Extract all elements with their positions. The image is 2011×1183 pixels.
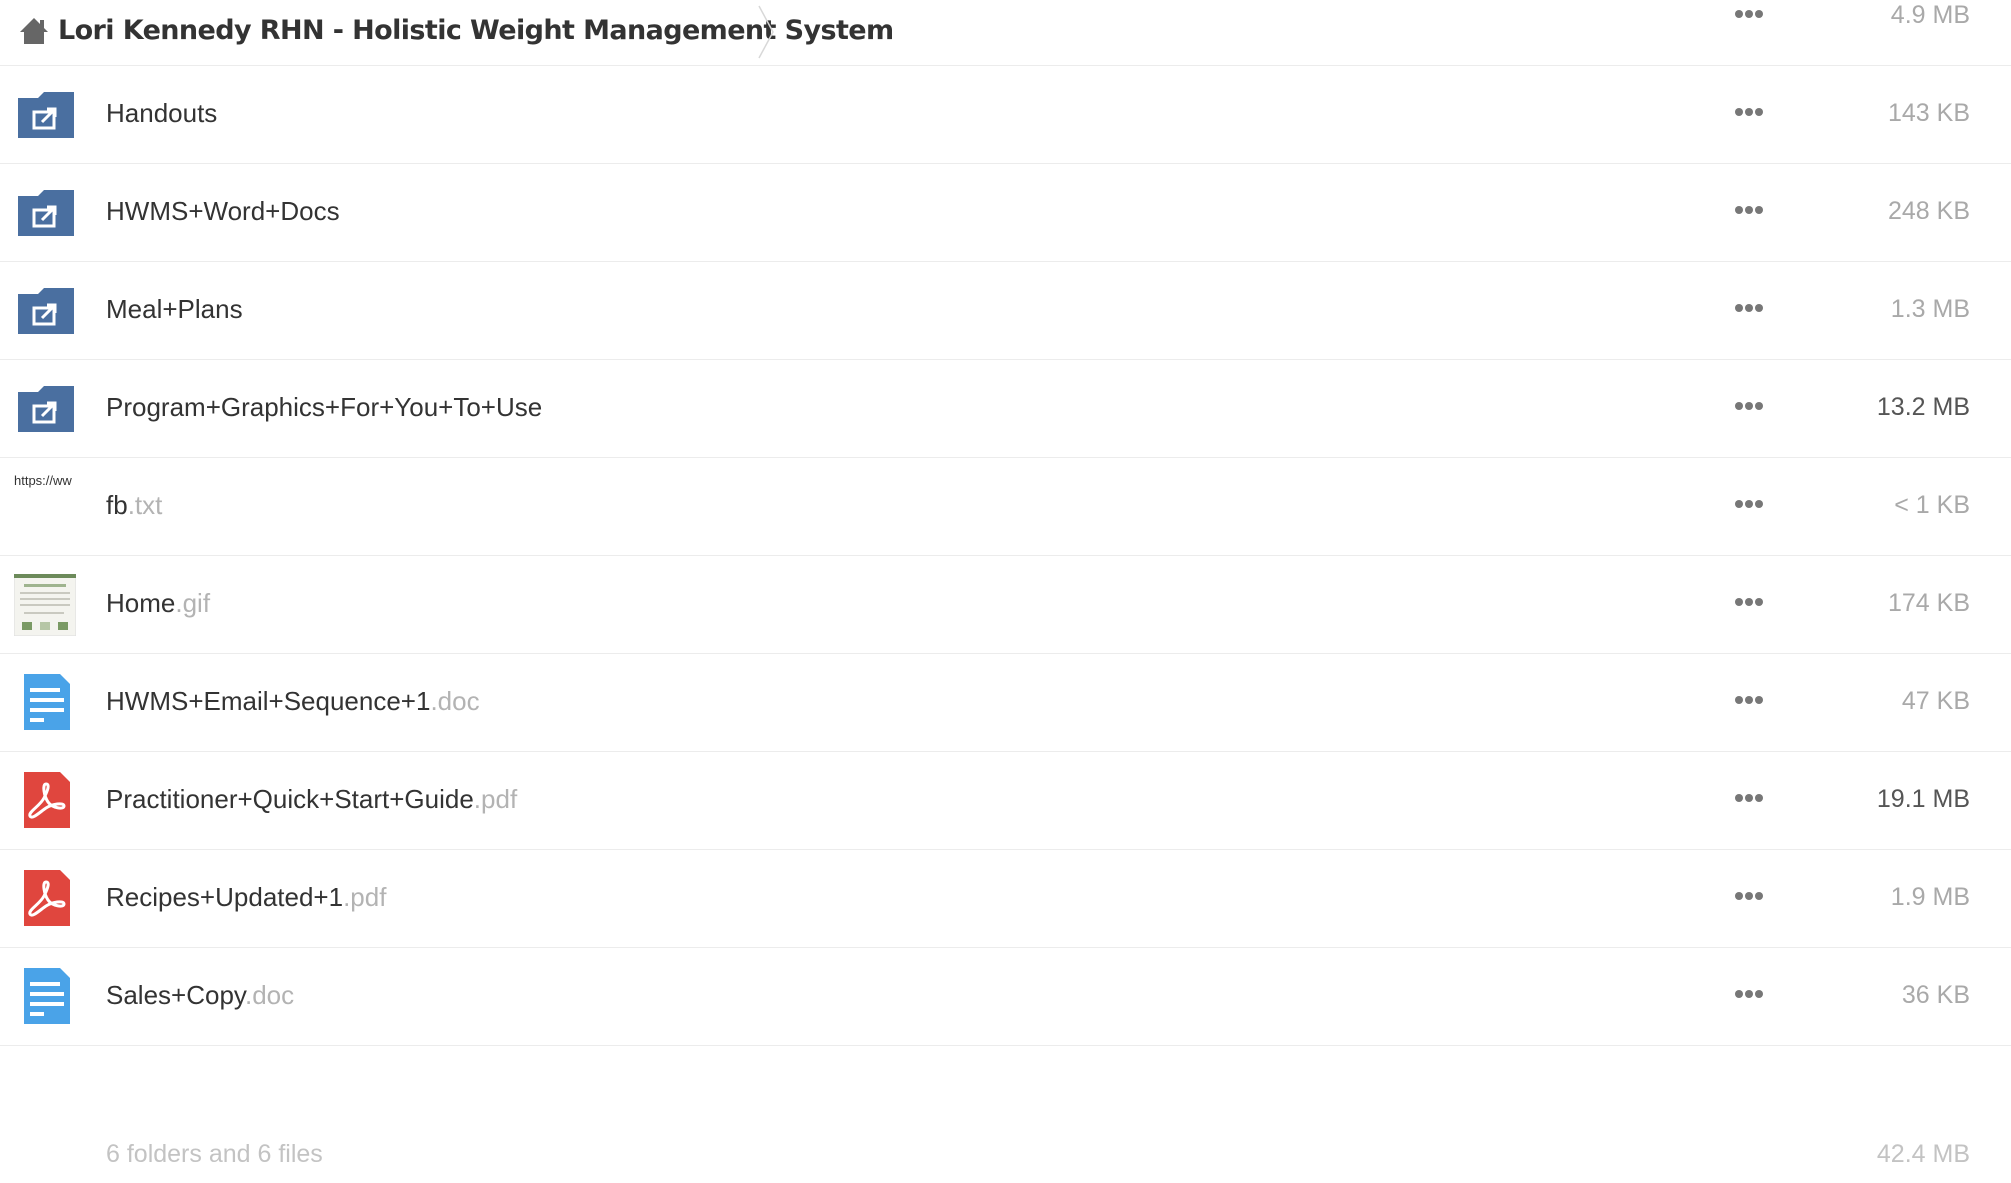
item-name[interactable]: fb.txt bbox=[106, 490, 162, 521]
more-options-icon[interactable] bbox=[1734, 890, 1764, 902]
item-size: 36 KB bbox=[1901, 981, 1970, 1009]
pdf-icon bbox=[24, 870, 70, 926]
folder-row[interactable]: HWMS+Word+Docs 248 KB bbox=[0, 164, 2011, 262]
more-options-icon[interactable] bbox=[1734, 988, 1764, 1000]
shared-folder-icon bbox=[18, 288, 74, 334]
item-name[interactable]: Home.gif bbox=[106, 588, 210, 619]
item-size: 1.9 MB bbox=[1890, 883, 1970, 911]
document-icon bbox=[24, 968, 70, 1024]
thumbnail-text: https://ww bbox=[14, 473, 72, 488]
item-name[interactable]: Practitioner+Quick+Start+Guide.pdf bbox=[106, 784, 517, 815]
item-size: 1.3 MB bbox=[1890, 295, 1970, 323]
file-row[interactable]: Home.gif 174 KB bbox=[0, 556, 2011, 654]
image-thumbnail bbox=[14, 574, 76, 636]
pdf-icon bbox=[24, 772, 70, 828]
file-extension: .txt bbox=[127, 490, 163, 520]
more-options-icon[interactable] bbox=[1734, 302, 1764, 314]
file-row[interactable]: HWMS+Email+Sequence+1.doc 47 KB bbox=[0, 654, 2011, 752]
shared-folder-icon bbox=[18, 190, 74, 236]
item-size: 4.9 MB bbox=[1890, 1, 1970, 29]
file-row[interactable]: Practitioner+Quick+Start+Guide.pdf 19.1 … bbox=[0, 752, 2011, 850]
summary-count: 6 folders and 6 files bbox=[106, 1140, 323, 1168]
file-extension: .doc bbox=[430, 686, 480, 716]
document-icon bbox=[24, 674, 70, 730]
file-row[interactable]: Recipes+Updated+1.pdf 1.9 MB bbox=[0, 850, 2011, 948]
item-name[interactable]: HWMS+Word+Docs bbox=[106, 196, 340, 227]
folder-row[interactable]: Meal+Plans 1.3 MB bbox=[0, 262, 2011, 360]
file-extension: .gif bbox=[175, 588, 211, 618]
more-options-icon[interactable] bbox=[1734, 498, 1764, 510]
item-name[interactable]: Handouts bbox=[106, 98, 217, 129]
file-row[interactable]: https://ww fb.txt < 1 KB bbox=[0, 458, 2011, 556]
item-name[interactable]: Meal+Plans bbox=[106, 294, 243, 325]
file-extension: .pdf bbox=[343, 882, 387, 912]
item-size: 248 KB bbox=[1887, 197, 1970, 225]
text-file-thumbnail: https://ww bbox=[14, 472, 76, 534]
folder-row[interactable]: Program+Graphics+For+You+To+Use 13.2 MB bbox=[0, 360, 2011, 458]
item-size: < 1 KB bbox=[1894, 491, 1970, 519]
file-extension: .doc bbox=[245, 980, 295, 1010]
shared-folder-icon bbox=[18, 386, 74, 432]
item-name[interactable]: Recipes+Updated+1.pdf bbox=[106, 882, 386, 913]
item-name[interactable]: HWMS+Email+Sequence+1.doc bbox=[106, 686, 480, 717]
more-options-icon[interactable] bbox=[1734, 694, 1764, 706]
breadcrumb: Lori Kennedy RHN - Holistic Weight Manag… bbox=[0, 0, 894, 62]
item-size: 47 KB bbox=[1901, 687, 1970, 715]
file-list: Grocery+Lists 4.9 MB Handouts 143 KB HWM… bbox=[0, 0, 2011, 1046]
more-options-icon[interactable] bbox=[1734, 596, 1764, 608]
file-row[interactable]: Sales+Copy.doc 36 KB bbox=[0, 948, 2011, 1046]
item-size: 143 KB bbox=[1887, 99, 1970, 127]
item-name[interactable]: Sales+Copy.doc bbox=[106, 980, 294, 1011]
more-options-icon[interactable] bbox=[1734, 792, 1764, 804]
more-options-icon[interactable] bbox=[1734, 106, 1764, 118]
home-icon[interactable] bbox=[18, 16, 50, 46]
file-extension: .pdf bbox=[473, 784, 518, 814]
more-options-icon[interactable] bbox=[1734, 204, 1764, 216]
item-name[interactable]: Program+Graphics+For+You+To+Use bbox=[106, 392, 542, 423]
chevron-right-icon bbox=[758, 5, 774, 59]
more-options-icon[interactable] bbox=[1734, 8, 1764, 20]
item-size: 19.1 MB bbox=[1876, 785, 1970, 813]
summary-total-size: 42.4 MB bbox=[1876, 1140, 1970, 1168]
more-options-icon[interactable] bbox=[1734, 400, 1764, 412]
item-size: 13.2 MB bbox=[1876, 393, 1970, 421]
shared-folder-icon bbox=[18, 92, 74, 138]
item-size: 174 KB bbox=[1887, 589, 1970, 617]
folder-row[interactable]: Handouts 143 KB bbox=[0, 66, 2011, 164]
